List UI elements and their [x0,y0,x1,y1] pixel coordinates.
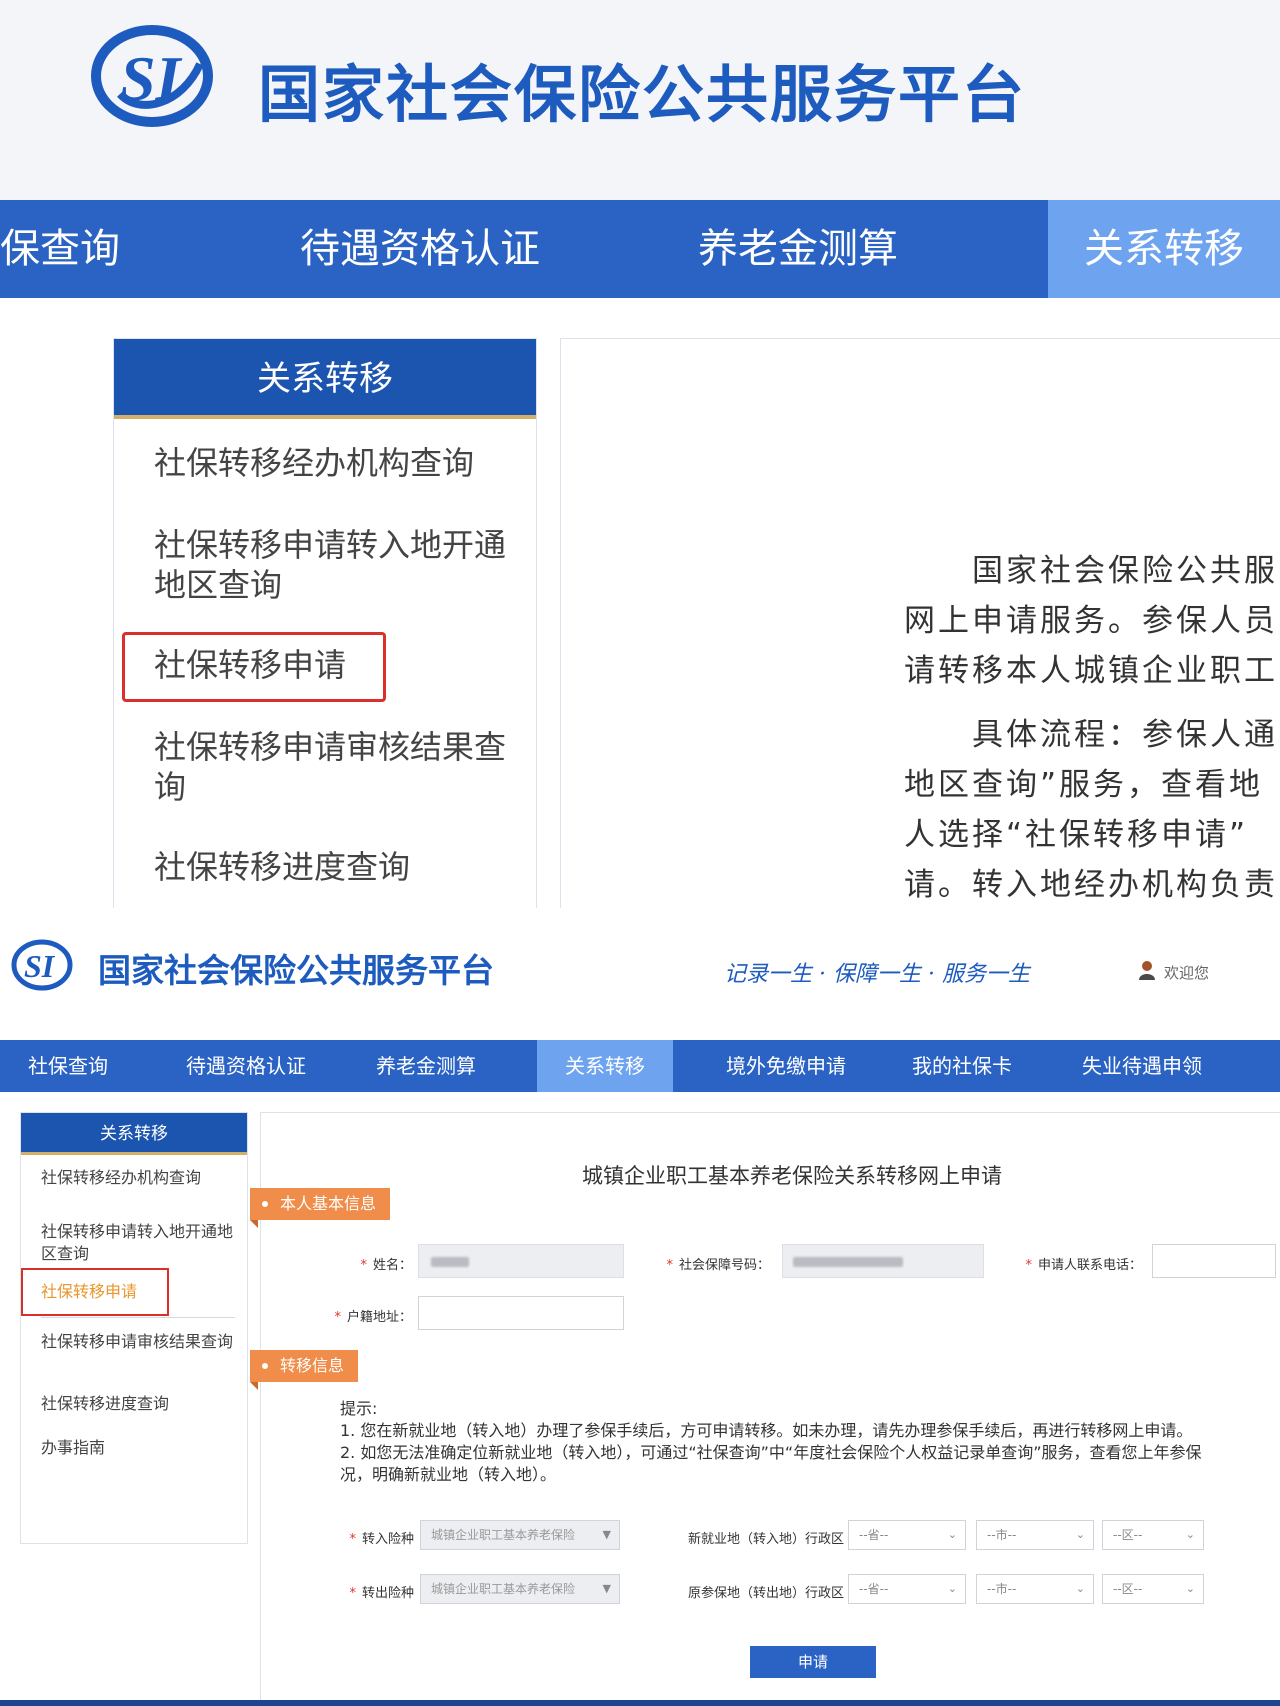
out-type-select[interactable]: 城镇企业职工基本养老保险 ▼ [420,1574,620,1604]
si-logo-icon: SI [11,939,73,991]
nav-qualification[interactable]: 待遇资格认证 [166,1040,326,1092]
footer-strip [0,1700,1280,1706]
sidebar-item-guide[interactable]: 办事指南 [41,1437,241,1459]
sidebar-item-region-query[interactable]: 社保转移申请转入地开通地区查询 [41,1221,241,1265]
sidebar-divider [41,1317,235,1318]
intro-content: 国家社会保险公共服 网上申请服务。参保人员 请转移本人城镇企业职工 具体流程：参… [560,338,1280,908]
in-type-label: * 转入险种 [349,1532,414,1547]
submit-apply-button[interactable]: 申请 [750,1646,876,1678]
phone-label: * 申请人联系电话： [1025,1258,1142,1273]
si-logo-icon: SI [91,25,213,127]
site-header: SI 国家社会保险公共服务平台 [0,0,1280,200]
nav-transfer[interactable]: 关系转移 [537,1040,673,1092]
svg-text:SI: SI [24,948,56,984]
address-label: * 户籍地址： [334,1310,412,1325]
name-field[interactable] [418,1244,624,1278]
svg-text:SI: SI [120,43,183,114]
sidebar-item-review-result[interactable]: 社保转移申请审核结果查询 [41,1331,241,1353]
slogan: 记录一生 · 保障一生 · 服务一生 [724,962,1030,987]
tips-heading: 提示: [340,1399,378,1418]
highlight-box [122,632,386,702]
highlight-box [21,1268,169,1316]
sidebar-item-progress-query[interactable]: 社保转移进度查询 [41,1393,241,1415]
chevron-down-icon: ⌄ [947,1528,957,1541]
user-icon [1139,961,1155,980]
main-nav: 社保查询 待遇资格认证 养老金测算 关系转移 境外免缴申请 我的社保卡 失业待遇… [0,1040,1280,1092]
chevron-down-icon: ⌄ [1075,1528,1085,1541]
intro-line: 人选择“社保转移申请” [904,817,1249,853]
out-city-select[interactable]: --市-- ⌄ [976,1574,1094,1604]
sidebar-item-region-query[interactable]: 社保转移申请转入地开通地区查询 [154,525,514,605]
site-header: SI 国家社会保险公共服务平台 记录一生 · 保障一生 · 服务一生 欢迎您 [0,908,1280,1040]
chevron-down-icon: ⌄ [947,1582,957,1595]
sidebar-item-review-result[interactable]: 社保转移申请审核结果查询 [154,727,514,807]
intro-line: 网上申请服务。参保人员 [904,603,1278,639]
sidebar-item-agency-query[interactable]: 社保转移经办机构查询 [154,443,514,483]
full-page-view: SI 国家社会保险公共服务平台 记录一生 · 保障一生 · 服务一生 欢迎您 社… [0,908,1280,1706]
nav-social-query[interactable]: 保查询 [0,200,160,298]
out-type-label: * 转出险种 [349,1586,414,1601]
site-title: 国家社会保险公共服务平台 [98,951,494,990]
nav-social-query[interactable]: 社保查询 [0,1040,136,1092]
intro-line: 具体流程：参保人通 [904,717,1278,753]
sidebar: 关系转移 社保转移经办机构查询 社保转移申请转入地开通地区查询 社保转移申请 社… [20,1112,248,1544]
phone-field[interactable] [1152,1244,1276,1278]
nav-transfer[interactable]: 关系转移 [1048,200,1280,298]
in-region-label: 新就业地（转入地）行政区 [687,1532,844,1547]
name-label: * 姓名： [360,1258,412,1273]
chevron-down-icon: ▼ [602,1582,611,1595]
tips-line: 况，明确新就业地（转入地）。 [340,1465,557,1484]
main-nav: 保查询 待遇资格认证 养老金测算 关系转移 [0,200,1280,298]
nav-pension-calc[interactable]: 养老金测算 [356,1040,496,1092]
sidebar-title: 关系转移 [21,1113,247,1155]
nav-my-card[interactable]: 我的社保卡 [892,1040,1032,1092]
intro-line: 请。转入地经办机构负责 [904,867,1278,903]
section-basic-info: 本人基本信息 [250,1188,391,1228]
zoomed-view: SI 国家社会保险公共服务平台 保查询 待遇资格认证 养老金测算 关系转移 关系… [0,0,1280,908]
out-district-select[interactable]: --区-- ⌄ [1102,1574,1204,1604]
ssn-label: * 社会保障号码： [666,1258,770,1273]
sidebar-item-agency-query[interactable]: 社保转移经办机构查询 [41,1167,241,1189]
intro-line: 地区查询”服务，查看地 [904,767,1264,803]
in-district-select[interactable]: --区-- ⌄ [1102,1520,1204,1550]
chevron-down-icon: ⌄ [1075,1582,1085,1595]
intro-line: 请转移本人城镇企业职工 [904,653,1278,689]
tips-line: 2. 如您无法准确定位新就业地（转入地），可通过“社保查询”中“年度社会保险个人… [340,1443,1202,1462]
in-province-select[interactable]: --省-- ⌄ [848,1520,966,1550]
nav-overseas-exemption[interactable]: 境外免缴申请 [706,1040,866,1092]
section-transfer-info: 转移信息 [250,1350,359,1390]
nav-unemployment[interactable]: 失业待遇申领 [1062,1040,1222,1092]
site-title: 国家社会保险公共服务平台 [258,58,1027,131]
chevron-down-icon: ⌄ [1185,1582,1195,1595]
out-province-select[interactable]: --省-- ⌄ [848,1574,966,1604]
address-field[interactable] [418,1296,624,1330]
form-title: 城镇企业职工基本养老保险关系转移网上申请 [582,1164,1002,1188]
sidebar: 关系转移 社保转移经办机构查询 社保转移申请转入地开通地区查询 社保转移申请 社… [113,338,537,908]
tips-line: 1. 您在新就业地（转入地）办理了参保手续后，方可申请转移。如未办理，请先办理参… [340,1421,1193,1440]
tips-block: 提示: 1. 您在新就业地（转入地）办理了参保手续后，方可申请转移。如未办理，请… [340,1398,1202,1486]
in-type-select[interactable]: 城镇企业职工基本养老保险 ▼ [420,1520,620,1550]
sidebar-title: 关系转移 [114,339,536,419]
out-region-label: 原参保地（转出地）行政区 [687,1586,844,1601]
chevron-down-icon: ⌄ [1185,1528,1195,1541]
nav-qualification[interactable]: 待遇资格认证 [300,200,600,298]
nav-pension-calc[interactable]: 养老金测算 [698,200,958,298]
intro-line: 国家社会保险公共服 [904,553,1278,589]
sidebar-item-progress-query[interactable]: 社保转移进度查询 [154,847,514,887]
in-city-select[interactable]: --市-- ⌄ [976,1520,1094,1550]
welcome-text: 欢迎您 [1164,964,1210,982]
ssn-field[interactable] [782,1244,984,1278]
chevron-down-icon: ▼ [602,1528,611,1541]
